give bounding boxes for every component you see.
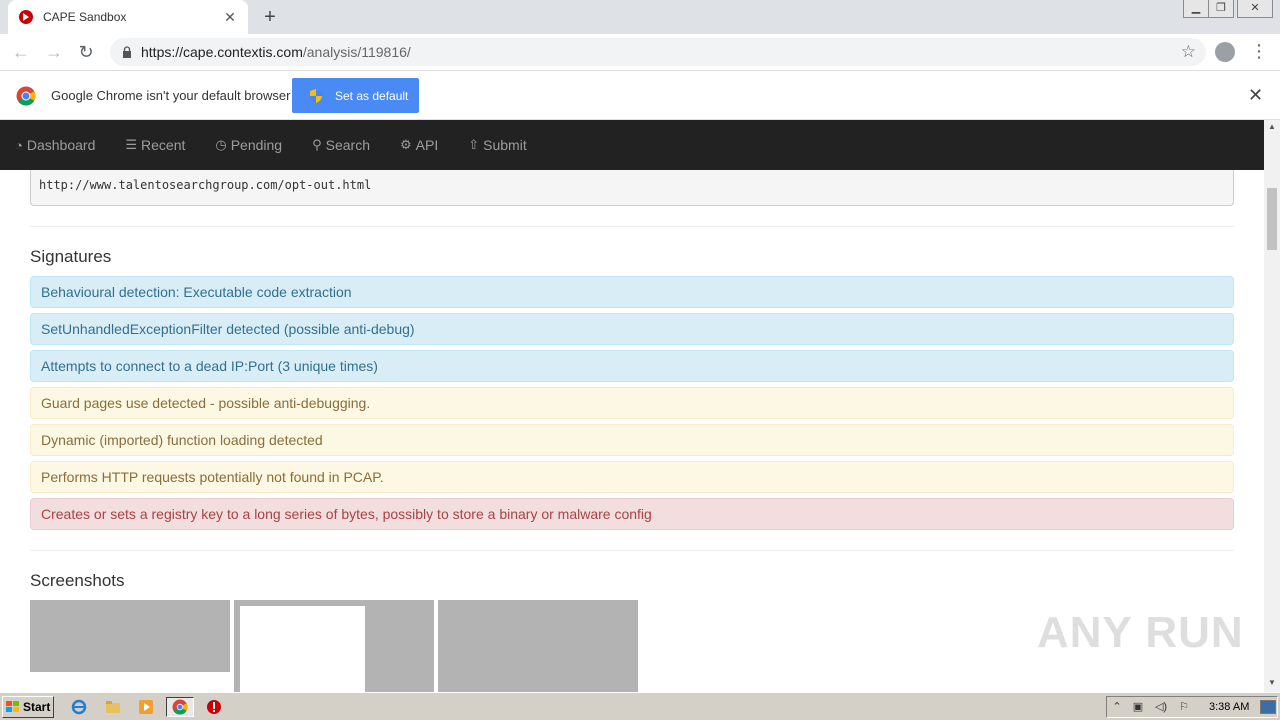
volume-icon[interactable]: ◁) [1154,700,1168,714]
restore-button[interactable]: ❐ [1208,0,1234,18]
lock-icon [123,46,131,58]
network-icon[interactable]: ▣ [1131,700,1145,714]
analyzed-url: http://www.talentosearchgroup.com/opt-ou… [30,170,1234,206]
bookmark-star-icon[interactable]: ☆ [1181,42,1196,62]
reload-icon[interactable]: ↻ [75,42,97,64]
taskbar-clock[interactable]: 3:38 AM [1209,701,1249,713]
infobar-message: Google Chrome isn't your default browser [51,88,291,103]
tab-title: CAPE Sandbox [43,10,127,24]
signatures-heading: Signatures [30,247,112,266]
profile-avatar-icon[interactable] [1215,42,1235,62]
upload-icon: ⇧ [468,137,480,152]
scroll-up-icon[interactable]: ▲ [1267,122,1277,131]
divider [30,550,1234,551]
chrome-logo-icon [16,86,36,106]
nav-search[interactable]: ⚲ Search [312,137,370,153]
url-path: /analysis/119816/ [302,44,411,60]
search-icon: ⚲ [312,137,322,152]
system-tray: ⌃ ▣ ◁) ⚐ 3:38 AM [1106,696,1278,718]
signature-alert[interactable]: Attempts to connect to a dead IP:Port (3… [30,350,1234,382]
nav-search-label: Search [325,137,370,153]
top-navbar: ◔ Dashboard ☰ Recent ◷ Pending ⚲ Search ⚙ API… [0,120,1264,170]
nav-api-label: API [415,137,439,153]
cape-favicon-icon [19,10,33,24]
nav-pending-label: Pending [230,137,283,153]
screenshot-thumbnail[interactable] [30,600,230,672]
nav-recent[interactable]: ☰ Recent [125,137,185,153]
shield-icon [310,88,322,103]
screenshot-thumbnail[interactable] [438,600,638,692]
signature-alert[interactable]: Dynamic (imported) function loading dete… [30,424,1234,456]
browser-tab[interactable]: CAPE Sandbox ✕ [8,0,248,34]
start-label: Start [23,700,51,714]
nav-submit-label: Submit [483,137,527,153]
url-text: https://cape.contextis.com/analysis/1198… [141,44,411,60]
menu-dots-icon[interactable]: ⋮ [1250,40,1268,64]
screenshots-heading: Screenshots [30,571,125,590]
back-icon[interactable]: ← [10,42,32,64]
address-bar[interactable]: https://cape.contextis.com/analysis/1198… [110,38,1206,66]
default-browser-infobar: Google Chrome isn't your default browser… [0,72,1280,120]
ie-icon[interactable] [68,697,90,717]
page-scrollbar[interactable]: ▲ ▼ [1264,120,1280,692]
chrome-taskbar-icon[interactable] [166,697,194,717]
nav-dashboard[interactable]: ◔ Dashboard [15,137,95,153]
minimize-button[interactable]: ▁ [1183,0,1209,18]
windows-flag-icon [6,701,19,712]
url-host: https://cape.contextis.com [141,44,303,60]
divider [30,226,1234,227]
nav-dashboard-label: Dashboard [26,137,96,153]
show-desktop-icon[interactable] [1260,700,1276,714]
tab-strip: CAPE Sandbox ✕ + ▁ ❐ ✕ [0,0,1280,34]
set-as-default-label: Set as default [335,88,409,103]
signature-alert[interactable]: Behavioural detection: Executable code e… [30,276,1234,308]
media-player-icon[interactable] [135,697,157,717]
nav-api[interactable]: ⚙ API [400,137,438,153]
dashboard-icon: ◔ [15,137,23,153]
clock-icon: ◷ [215,137,227,152]
gear-icon: ⚙ [400,137,412,152]
windows-taskbar: Start ⌃ ▣ ◁) ⚐ 3:38 AM [0,692,1280,720]
close-window-button[interactable]: ✕ [1237,0,1273,18]
browser-toolbar: ← → ↻ https://cape.contextis.com/analysi… [0,34,1280,71]
start-button[interactable]: Start [2,696,54,718]
tab-close-icon[interactable]: ✕ [222,9,238,26]
screenshot-thumbnail[interactable] [234,600,434,692]
scrollbar-thumb[interactable] [1267,188,1277,250]
action-center-flag-icon[interactable]: ⚐ [1177,700,1191,714]
signature-alert[interactable]: Guard pages use detected - possible anti… [30,387,1234,419]
set-as-default-button[interactable]: Set as default [292,78,419,113]
page-viewport: ◔ Dashboard ☰ Recent ◷ Pending ⚲ Search ⚙ API… [0,120,1264,692]
new-tab-button[interactable]: + [258,6,282,28]
nav-recent-label: Recent [141,137,186,153]
nav-pending[interactable]: ◷ Pending [215,137,282,153]
stop-icon[interactable] [203,697,225,717]
signature-alert[interactable]: Creates or sets a registry key to a long… [30,498,1234,530]
list-icon: ☰ [125,137,138,152]
anyrun-watermark: ANY RUN [1037,608,1244,657]
folder-icon[interactable] [102,697,124,717]
scroll-down-icon[interactable]: ▼ [1267,678,1277,687]
forward-icon[interactable]: → [43,42,65,64]
nav-submit[interactable]: ⇧ Submit [468,137,526,153]
tray-expand-icon[interactable]: ⌃ [1110,700,1124,714]
signature-alert[interactable]: Performs HTTP requests potentially not f… [30,461,1234,493]
signature-alert[interactable]: SetUnhandledExceptionFilter detected (po… [30,313,1234,345]
infobar-close-icon[interactable]: ✕ [1248,85,1263,106]
